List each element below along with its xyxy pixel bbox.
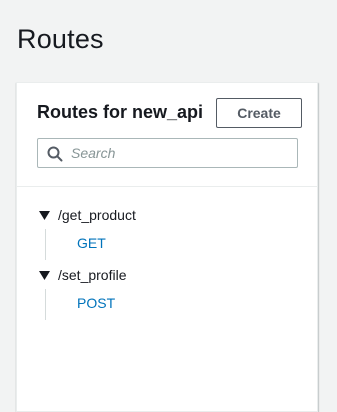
panel-title: Routes for new_api bbox=[37, 102, 204, 122]
panel-header: Routes for new_api Create bbox=[17, 83, 317, 187]
method-link-get[interactable]: GET bbox=[77, 235, 106, 251]
route-path[interactable]: /get_product bbox=[58, 207, 136, 223]
route-row[interactable]: /set_profile bbox=[39, 265, 126, 285]
create-button[interactable]: Create bbox=[216, 98, 302, 128]
tree-guide-line bbox=[45, 289, 46, 320]
routes-panel: Routes for new_api Create /get_product G… bbox=[16, 82, 318, 412]
route-path[interactable]: /set_profile bbox=[58, 267, 126, 283]
route-row[interactable]: /get_product bbox=[39, 205, 136, 225]
caret-down-icon[interactable] bbox=[39, 205, 51, 225]
tree-guide-line bbox=[45, 229, 46, 260]
method-link-post[interactable]: POST bbox=[77, 295, 115, 311]
caret-down-icon[interactable] bbox=[39, 265, 51, 285]
search-field[interactable] bbox=[37, 138, 298, 168]
search-input[interactable] bbox=[71, 139, 291, 167]
search-icon bbox=[47, 146, 63, 162]
route-group: /get_product GET bbox=[17, 205, 317, 265]
page-title: Routes bbox=[17, 24, 104, 54]
routes-tree: /get_product GET /set_profile POST bbox=[17, 205, 317, 325]
route-group: /set_profile POST bbox=[17, 265, 317, 325]
